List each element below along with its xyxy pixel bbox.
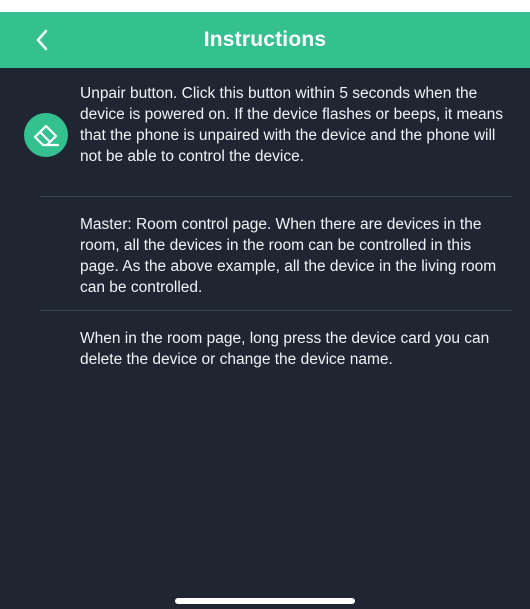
instruction-unpair: Unpair button. Click this button within … xyxy=(80,85,504,165)
divider xyxy=(40,196,512,197)
divider xyxy=(40,310,512,311)
instructions-screen: Instructions Unpair button. Click this b… xyxy=(0,0,530,609)
unpair-button-illustration xyxy=(24,113,68,157)
header-bar: Instructions xyxy=(0,12,530,68)
home-indicator[interactable] xyxy=(175,598,355,604)
eraser-icon xyxy=(33,124,60,147)
page-title: Instructions xyxy=(203,28,327,51)
status-bar-area xyxy=(0,0,530,12)
instruction-master: Master: Room control page. When there ar… xyxy=(80,216,497,296)
instructions-list: Unpair button. Click this button within … xyxy=(0,68,530,609)
instruction-long-press: When in the room page, long press the de… xyxy=(80,330,490,368)
